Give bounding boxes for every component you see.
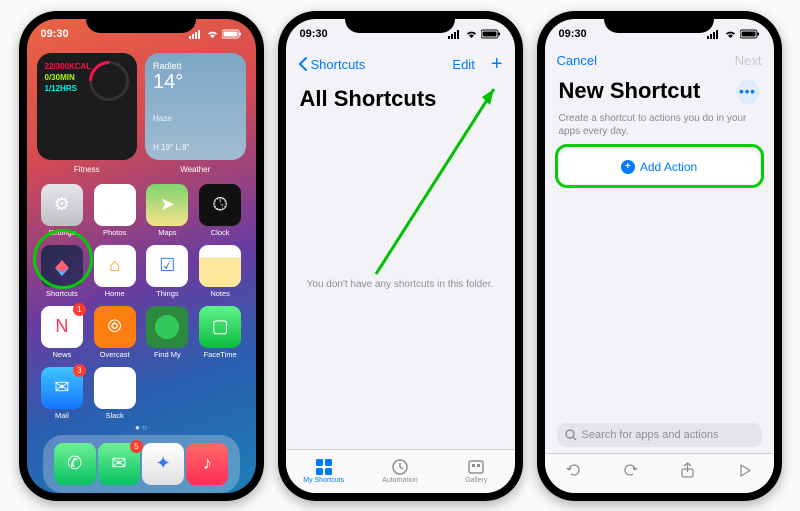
- weather-widget-label: Weather: [145, 165, 246, 174]
- photos-icon: ❋: [94, 184, 136, 226]
- undo-icon: [565, 462, 582, 479]
- weather-condition: Haze: [153, 114, 238, 123]
- app-findmy[interactable]: Find My: [144, 306, 191, 359]
- notch: [86, 11, 196, 33]
- search-placeholder: Search for apps and actions: [582, 429, 719, 441]
- settings-icon: ⚙︎: [41, 184, 83, 226]
- weather-hilow: H:19° L:9°: [153, 143, 238, 152]
- tab-my-shortcuts[interactable]: My Shortcuts: [286, 450, 362, 493]
- grid-icon: [315, 458, 333, 476]
- shortcuts-icon: [41, 245, 83, 287]
- signal-icon: [189, 29, 203, 39]
- news-icon: N1: [41, 306, 83, 348]
- status-icons: [707, 29, 760, 39]
- battery-icon: [740, 29, 760, 39]
- wifi-icon: [465, 29, 478, 39]
- app-maps[interactable]: ➤Maps: [144, 184, 191, 237]
- app-shortcuts[interactable]: Shortcuts: [39, 245, 86, 298]
- empty-state-text: You don't have any shortcuts in this fol…: [286, 120, 515, 449]
- app-settings[interactable]: ⚙︎Settings: [39, 184, 86, 237]
- home-icon: ⌂: [94, 245, 136, 287]
- app-grid: ⚙︎Settings ❋Photos ➤Maps 🕓︎Clock Shortcu…: [37, 168, 246, 420]
- play-icon: [736, 462, 753, 479]
- activity-rings-icon: [89, 61, 129, 101]
- battery-icon: [481, 29, 501, 39]
- tab-bar: My Shortcuts Automation Gallery: [286, 449, 515, 493]
- edit-button[interactable]: Edit: [452, 57, 474, 72]
- wifi-icon: [206, 29, 219, 39]
- dock-messages-icon[interactable]: ✉︎5: [98, 443, 140, 485]
- fitness-widget[interactable]: 22/300KCAL 0/30MIN 1/12HRS Fitness: [37, 53, 138, 160]
- signal-icon: [448, 29, 462, 39]
- add-button[interactable]: +: [491, 53, 503, 76]
- search-icon: [565, 429, 577, 441]
- clock-icon: 🕓︎: [199, 184, 241, 226]
- tab-automation[interactable]: Automation: [362, 450, 438, 493]
- redo-button[interactable]: [622, 462, 639, 484]
- dock-phone-icon[interactable]: ✆: [54, 443, 96, 485]
- weather-widget[interactable]: Radlett 14° Haze H:19° L:9° Weather: [145, 53, 246, 160]
- dock-safari-icon[interactable]: ✦: [142, 443, 184, 485]
- back-button[interactable]: Shortcuts: [298, 57, 366, 72]
- undo-button[interactable]: [565, 462, 582, 484]
- editor-toolbar: [545, 453, 774, 493]
- notes-icon: [199, 245, 241, 287]
- notch: [345, 11, 455, 33]
- more-button[interactable]: •••: [736, 80, 760, 104]
- app-mail[interactable]: ✉︎3Mail: [39, 367, 86, 420]
- app-overcast[interactable]: ⦾Overcast: [91, 306, 138, 359]
- status-time: 09:30: [559, 28, 587, 40]
- phone-shortcuts-list: 09:30 Shortcuts Edit + All Shortcuts Yo: [278, 11, 523, 501]
- page-dots[interactable]: ● ○: [37, 420, 246, 435]
- run-button[interactable]: [736, 462, 753, 484]
- app-home[interactable]: ⌂Home: [91, 245, 138, 298]
- notch: [604, 11, 714, 33]
- signal-icon: [707, 29, 721, 39]
- wifi-icon: [724, 29, 737, 39]
- weather-location: Radlett: [153, 61, 238, 71]
- mail-icon: ✉︎3: [41, 367, 83, 409]
- facetime-icon: ▢: [199, 306, 241, 348]
- status-icons: [448, 29, 501, 39]
- status-time: 09:30: [300, 28, 328, 40]
- next-button[interactable]: Next: [735, 53, 762, 68]
- home-screen[interactable]: 22/300KCAL 0/30MIN 1/12HRS Fitness Radle…: [27, 19, 256, 493]
- app-news[interactable]: N1News: [39, 306, 86, 359]
- share-icon: [679, 462, 696, 479]
- page-title: New Shortcut: [545, 72, 715, 112]
- add-action-button[interactable]: + Add Action: [559, 150, 760, 184]
- automation-icon: [391, 458, 409, 476]
- gallery-icon: [467, 458, 485, 476]
- app-facetime[interactable]: ▢FaceTime: [197, 306, 244, 359]
- phone-home-screen: 09:30 22/300KCAL 0/30MIN 1/12HRS Fitness: [19, 11, 264, 501]
- dock-music-icon[interactable]: ♪: [186, 443, 228, 485]
- chevron-left-icon: [298, 57, 307, 71]
- things-icon: ☑︎: [146, 245, 188, 287]
- dock: ✆ ✉︎5 ✦ ♪: [43, 435, 240, 493]
- phone-new-shortcut: 09:30 Cancel Next New Shortcut ••• Creat…: [537, 11, 782, 501]
- plus-circle-icon: +: [621, 160, 635, 174]
- cancel-button[interactable]: Cancel: [557, 53, 597, 68]
- app-things[interactable]: ☑︎Things: [144, 245, 191, 298]
- app-photos[interactable]: ❋Photos: [91, 184, 138, 237]
- maps-icon: ➤: [146, 184, 188, 226]
- tab-gallery[interactable]: Gallery: [438, 450, 514, 493]
- share-button[interactable]: [679, 462, 696, 484]
- status-icons: [189, 29, 242, 39]
- overcast-icon: ⦾: [94, 306, 136, 348]
- search-field[interactable]: Search for apps and actions: [557, 423, 762, 447]
- weather-temp: 14°: [153, 71, 238, 94]
- page-subtitle: Create a shortcut to actions you do in y…: [545, 112, 774, 148]
- battery-icon: [222, 29, 242, 39]
- status-time: 09:30: [41, 28, 69, 40]
- app-slack[interactable]: ✱Slack: [91, 367, 138, 420]
- app-notes[interactable]: Notes: [197, 245, 244, 298]
- redo-icon: [622, 462, 639, 479]
- slack-icon: ✱: [94, 367, 136, 409]
- ellipsis-icon: •••: [739, 84, 756, 99]
- findmy-icon: [146, 306, 188, 348]
- fitness-widget-label: Fitness: [37, 165, 138, 174]
- page-title: All Shortcuts: [286, 80, 515, 120]
- app-clock[interactable]: 🕓︎Clock: [197, 184, 244, 237]
